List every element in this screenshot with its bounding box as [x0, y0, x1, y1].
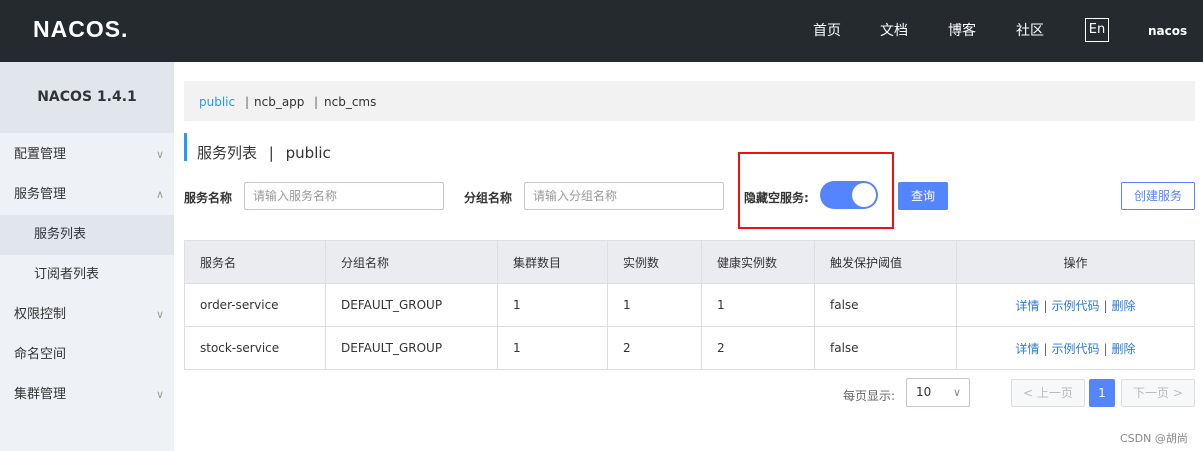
- cell-group-name: DEFAULT_GROUP: [325, 326, 498, 370]
- sidebar-item-label: 配置管理: [14, 147, 67, 162]
- page-title-namespace: public: [285, 144, 331, 162]
- sidebar-item-label: 服务列表: [34, 227, 87, 242]
- sidebar-item-label: 服务管理: [14, 187, 67, 202]
- namespace-ncb-cms[interactable]: ncb_cms: [324, 95, 376, 109]
- sidebar-item-label: 集群管理: [14, 387, 67, 402]
- nav-docs[interactable]: 文档: [880, 20, 908, 40]
- sample-code-link[interactable]: 示例代码: [1051, 342, 1099, 356]
- chevron-right-icon: >: [1169, 386, 1183, 400]
- nav-blog[interactable]: 博客: [948, 20, 976, 40]
- cell-actions: 详情 | 示例代码 | 删除: [956, 326, 1195, 370]
- top-navbar: NACOS. 首页 文档 博客 社区 En nacos: [0, 0, 1203, 62]
- nacos-logo[interactable]: NACOS.: [33, 16, 128, 43]
- group-name-label: 分组名称: [464, 191, 513, 205]
- cell-instance-count: 2: [607, 326, 702, 370]
- language-switch-button[interactable]: En: [1085, 18, 1109, 42]
- page-size-value: 10: [916, 385, 932, 399]
- service-table: 服务名 分组名称 集群数目 实例数 健康实例数 触发保护阈值 操作 order-…: [184, 240, 1195, 370]
- namespace-separator: |: [245, 95, 250, 109]
- sidebar-item-label: 订阅者列表: [34, 267, 100, 282]
- col-service-name: 服务名: [184, 240, 326, 284]
- cell-instance-count: 1: [607, 283, 702, 327]
- detail-link[interactable]: 详情: [1015, 299, 1039, 313]
- cell-protect-threshold: false: [814, 326, 957, 370]
- chevron-up-icon: ∧: [155, 188, 164, 201]
- prev-page-label: 上一页: [1036, 386, 1073, 400]
- title-separator: |: [268, 144, 274, 162]
- user-menu[interactable]: nacos: [1148, 24, 1187, 38]
- namespace-bar: public | ncb_app | ncb_cms: [184, 81, 1195, 121]
- sidebar-item-namespace[interactable]: 命名空间: [0, 335, 174, 375]
- delete-link[interactable]: 删除: [1112, 299, 1136, 313]
- service-name-input[interactable]: 请输入服务名称: [244, 182, 444, 210]
- action-separator: |: [1103, 341, 1108, 356]
- sidebar: NACOS 1.4.1 配置管理 ∨ 服务管理 ∧ 服务列表 订阅者列表 权限控…: [0, 62, 174, 451]
- action-separator: |: [1043, 298, 1048, 313]
- chevron-down-icon: ∨: [155, 148, 164, 161]
- col-instance-count: 实例数: [607, 240, 702, 284]
- col-cluster-count: 集群数目: [497, 240, 608, 284]
- sidebar-item-cluster-management[interactable]: 集群管理 ∨: [0, 375, 174, 415]
- next-page-button[interactable]: 下一页 >: [1121, 379, 1195, 407]
- nav-community[interactable]: 社区: [1016, 20, 1044, 40]
- cell-healthy-count: 1: [701, 283, 815, 327]
- table-header-row: 服务名 分组名称 集群数目 实例数 健康实例数 触发保护阈值 操作: [184, 240, 1195, 284]
- sidebar-item-subscriber-list[interactable]: 订阅者列表: [0, 255, 174, 295]
- next-page-label: 下一页: [1133, 386, 1170, 400]
- nav-home[interactable]: 首页: [813, 20, 841, 40]
- query-button[interactable]: 查询: [898, 182, 948, 210]
- action-separator: |: [1043, 341, 1048, 356]
- sidebar-item-label: 命名空间: [14, 347, 67, 362]
- col-actions: 操作: [956, 240, 1195, 284]
- sidebar-item-service-management[interactable]: 服务管理 ∧: [0, 175, 174, 215]
- create-service-button[interactable]: 创建服务: [1121, 182, 1195, 210]
- sample-code-link[interactable]: 示例代码: [1051, 299, 1099, 313]
- group-name-input[interactable]: 请输入分组名称: [524, 182, 724, 210]
- cell-cluster-count: 1: [497, 326, 608, 370]
- version-label: NACOS 1.4.1: [0, 62, 174, 133]
- title-accent-bar: [184, 133, 187, 161]
- sidebar-item-config-management[interactable]: 配置管理 ∨: [0, 135, 174, 175]
- namespace-public[interactable]: public: [199, 95, 235, 109]
- chevron-down-icon: ∨: [952, 386, 961, 399]
- toggle-knob: [852, 183, 876, 207]
- service-name-label: 服务名称: [184, 191, 233, 205]
- watermark: CSDN @胡尚: [1120, 432, 1188, 445]
- cell-group-name: DEFAULT_GROUP: [325, 283, 498, 327]
- table-row: order-service DEFAULT_GROUP 1 1 1 false …: [184, 283, 1195, 327]
- cell-cluster-count: 1: [497, 283, 608, 327]
- col-protect-threshold: 触发保护阈值: [814, 240, 957, 284]
- cell-service-name: order-service: [184, 283, 326, 327]
- sidebar-item-access-control[interactable]: 权限控制 ∨: [0, 295, 174, 335]
- prev-page-button[interactable]: < 上一页: [1011, 379, 1085, 407]
- delete-link[interactable]: 删除: [1112, 342, 1136, 356]
- hide-empty-services-toggle[interactable]: [820, 181, 878, 209]
- cell-service-name: stock-service: [184, 326, 326, 370]
- page-title-text: 服务列表: [197, 144, 258, 162]
- chevron-down-icon: ∨: [155, 388, 164, 401]
- page-size-label: 每页显示:: [843, 389, 896, 403]
- detail-link[interactable]: 详情: [1015, 342, 1039, 356]
- cell-actions: 详情 | 示例代码 | 删除: [956, 283, 1195, 327]
- table-row: stock-service DEFAULT_GROUP 1 2 2 false …: [184, 326, 1195, 370]
- cell-protect-threshold: false: [814, 283, 957, 327]
- chevron-down-icon: ∨: [155, 308, 164, 321]
- hide-empty-services-label: 隐藏空服务:: [744, 191, 809, 205]
- chevron-left-icon: <: [1023, 386, 1037, 400]
- sidebar-item-label: 权限控制: [14, 307, 67, 322]
- sidebar-item-service-list[interactable]: 服务列表: [0, 215, 174, 255]
- page-size-select[interactable]: 10 ∨: [906, 378, 970, 407]
- cell-healthy-count: 2: [701, 326, 815, 370]
- namespace-ncb-app[interactable]: ncb_app: [254, 95, 304, 109]
- col-group-name: 分组名称: [325, 240, 498, 284]
- page-title: 服务列表 | public: [197, 142, 331, 163]
- action-separator: |: [1103, 298, 1108, 313]
- col-healthy-instance-count: 健康实例数: [701, 240, 815, 284]
- current-page-button[interactable]: 1: [1089, 379, 1115, 407]
- namespace-separator: |: [314, 95, 319, 109]
